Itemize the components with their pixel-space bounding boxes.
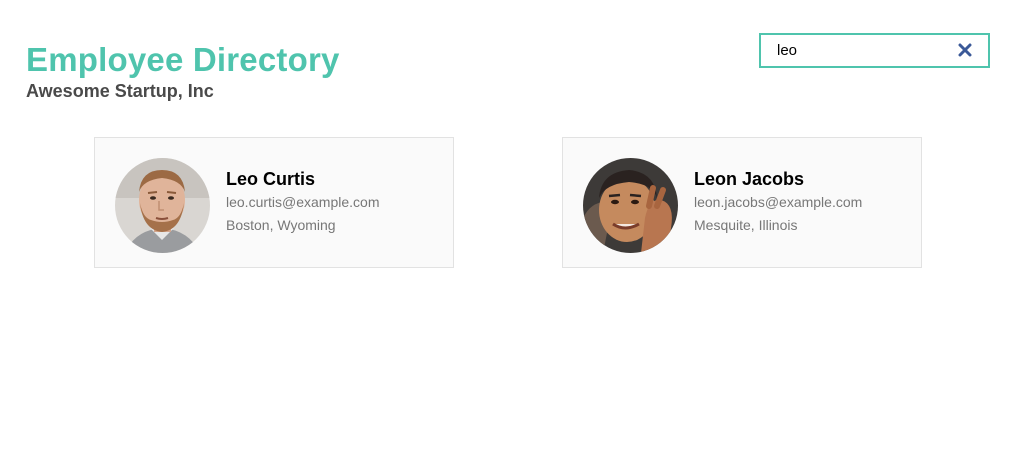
employee-name: Leo Curtis <box>226 169 316 189</box>
search-input[interactable] <box>777 35 947 66</box>
employee-email: leo.curtis@example.com <box>226 194 380 210</box>
avatar <box>583 158 678 253</box>
employee-info: Leo Curtis leo.curtis@example.com Boston… <box>226 167 380 237</box>
employee-card[interactable]: Leo Curtis leo.curtis@example.com Boston… <box>94 137 454 268</box>
employee-location: Mesquite, Illinois <box>694 217 798 233</box>
page-title: Employee Directory <box>26 41 340 78</box>
employee-name: Leon Jacobs <box>694 169 805 189</box>
employee-card[interactable]: Leon Jacobs leon.jacobs@example.com Mesq… <box>562 137 922 268</box>
employee-info: Leon Jacobs leon.jacobs@example.com Mesq… <box>694 167 862 237</box>
company-name: Awesome Startup, Inc <box>26 81 214 101</box>
search-box <box>759 33 990 68</box>
close-icon[interactable] <box>958 43 972 57</box>
avatar <box>115 158 210 253</box>
page-header: Employee Directory Awesome Startup, Inc <box>26 40 340 102</box>
employee-email: leon.jacobs@example.com <box>694 194 863 210</box>
employee-location: Boston, Wyoming <box>226 217 336 233</box>
employee-directory-page: Employee Directory Awesome Startup, Inc <box>0 0 1017 466</box>
